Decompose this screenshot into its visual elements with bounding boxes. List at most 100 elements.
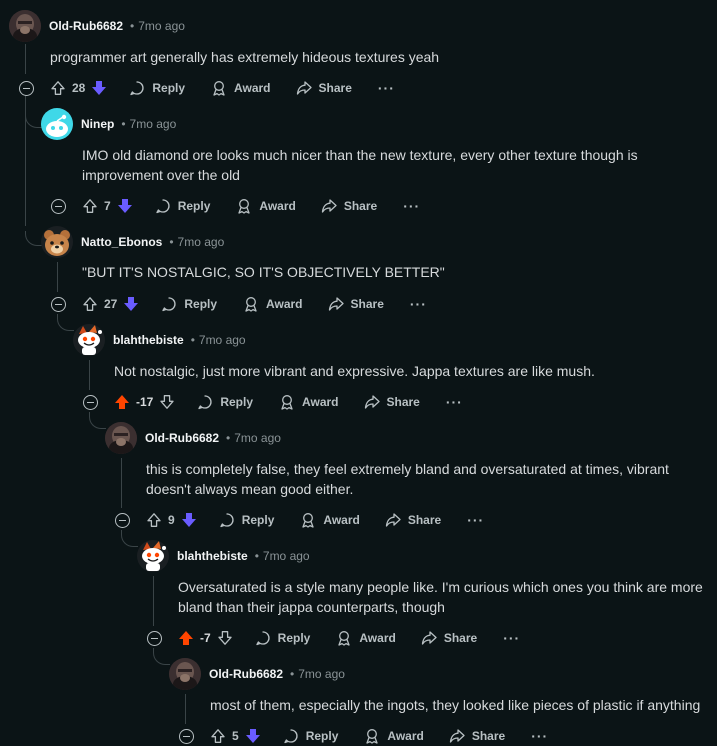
share-icon — [421, 631, 437, 645]
award-button[interactable]: Award — [336, 630, 396, 646]
reply-button[interactable]: Reply — [255, 630, 310, 646]
vote-score: 7 — [104, 199, 111, 213]
timestamp[interactable]: 7mo ago — [199, 333, 246, 347]
award-label: Award — [234, 81, 271, 95]
award-button[interactable]: Award — [236, 198, 296, 214]
reply-icon — [256, 631, 270, 646]
reply-icon — [198, 395, 212, 410]
comment-header: Old-Rub6682 • 7mo ago — [105, 422, 281, 454]
reply-icon — [130, 81, 145, 96]
author-name[interactable]: Ninep — [81, 117, 114, 131]
reply-button[interactable]: Reply — [161, 296, 217, 312]
comment-header: Old-Rub6682 • 7mo ago — [9, 10, 185, 42]
share-button[interactable]: Share — [321, 198, 377, 214]
award-button[interactable]: Award — [364, 728, 424, 744]
downvote-button[interactable] — [117, 198, 133, 214]
avatar[interactable] — [41, 226, 73, 258]
share-button[interactable]: Share — [296, 80, 352, 96]
collapse-button[interactable] — [115, 513, 130, 528]
timestamp[interactable]: 7mo ago — [234, 431, 281, 445]
downvote-button[interactable] — [91, 80, 107, 96]
more-options-button[interactable]: ··· — [403, 198, 420, 214]
more-options-button[interactable]: ··· — [467, 512, 484, 528]
award-label: Award — [387, 729, 424, 743]
share-button[interactable]: Share — [421, 630, 477, 646]
collapse-button[interactable] — [19, 81, 34, 96]
comment-header: Natto_Ebonos • 7mo ago — [41, 226, 224, 258]
comment-body: IMO old diamond ore looks much nicer tha… — [82, 147, 638, 183]
upvote-button[interactable] — [114, 394, 130, 410]
collapse-button[interactable] — [147, 631, 162, 646]
upvote-button[interactable] — [82, 198, 98, 214]
collapse-button[interactable] — [51, 199, 66, 214]
timestamp[interactable]: 7mo ago — [138, 19, 185, 33]
award-label: Award — [302, 395, 339, 409]
thread-connector — [25, 231, 42, 246]
share-label: Share — [386, 395, 420, 409]
author-name[interactable]: Natto_Ebonos — [81, 235, 162, 249]
share-label: Share — [407, 513, 442, 527]
share-icon — [321, 199, 337, 213]
avatar[interactable] — [169, 658, 201, 690]
downvote-button[interactable] — [123, 296, 139, 312]
more-options-button[interactable]: ··· — [446, 394, 463, 410]
avatar[interactable] — [41, 108, 73, 140]
downvote-button[interactable] — [181, 512, 197, 528]
avatar[interactable] — [137, 540, 169, 572]
collapse-button[interactable] — [51, 297, 66, 312]
vote-score: 28 — [72, 81, 86, 95]
downvote-button[interactable] — [217, 630, 233, 646]
upvote-icon — [83, 199, 97, 213]
avatar[interactable] — [73, 324, 105, 356]
more-options-button[interactable]: ··· — [410, 296, 427, 312]
author-name[interactable]: blahthebiste — [113, 333, 184, 347]
avatar[interactable] — [105, 422, 137, 454]
reply-button[interactable]: Reply — [197, 394, 253, 410]
downvote-button[interactable] — [245, 728, 261, 744]
comment-body: this is completely false, they feel extr… — [146, 461, 669, 497]
award-button[interactable]: Award — [300, 512, 360, 528]
upvote-button[interactable] — [146, 512, 162, 528]
comment-body: most of them, especially the ingots, the… — [210, 697, 701, 713]
share-button[interactable]: Share — [328, 296, 384, 312]
upvote-button[interactable] — [82, 296, 98, 312]
avatar[interactable] — [9, 10, 41, 42]
collapse-button[interactable] — [83, 395, 98, 410]
author-name[interactable]: Old-Rub6682 — [49, 19, 123, 33]
profile-photo-icon — [9, 10, 41, 42]
reply-button[interactable]: Reply — [219, 512, 274, 528]
share-button[interactable]: Share — [449, 728, 505, 744]
timestamp[interactable]: 7mo ago — [130, 117, 177, 131]
more-options-button[interactable]: ··· — [503, 630, 520, 646]
share-label: Share — [350, 297, 384, 311]
award-button[interactable]: Award — [211, 80, 271, 96]
timestamp[interactable]: 7mo ago — [298, 667, 345, 681]
reply-button[interactable]: Reply — [155, 198, 210, 214]
author-name[interactable]: Old-Rub6682 — [209, 667, 283, 681]
upvote-icon — [211, 729, 225, 743]
reply-button[interactable]: Reply — [283, 728, 338, 744]
timestamp[interactable]: 7mo ago — [263, 549, 310, 563]
reply-button[interactable]: Reply — [129, 80, 185, 96]
timestamp[interactable]: 7mo ago — [178, 235, 225, 249]
reply-label: Reply — [184, 297, 218, 311]
award-label: Award — [359, 631, 396, 645]
vote-controls: 5 — [210, 728, 261, 744]
upvote-button[interactable] — [50, 80, 66, 96]
author-name[interactable]: Old-Rub6682 — [145, 431, 219, 445]
share-button[interactable]: Share — [364, 394, 420, 410]
comment-body: "BUT IT'S NOSTALGIC, SO IT'S OBJECTIVELY… — [82, 264, 445, 280]
snoo-avatar-icon — [142, 541, 166, 571]
collapse-button[interactable] — [179, 729, 194, 744]
award-icon — [302, 513, 315, 528]
award-button[interactable]: Award — [243, 296, 303, 312]
comment-actions: 28 Reply Award Share ··· — [50, 78, 395, 98]
downvote-button[interactable] — [159, 394, 175, 410]
share-button[interactable]: Share — [385, 512, 441, 528]
award-button[interactable]: Award — [279, 394, 339, 410]
more-options-button[interactable]: ··· — [378, 80, 395, 96]
upvote-button[interactable] — [178, 630, 194, 646]
author-name[interactable]: blahthebiste — [177, 549, 248, 563]
upvote-button[interactable] — [210, 728, 226, 744]
more-options-button[interactable]: ··· — [531, 728, 548, 744]
